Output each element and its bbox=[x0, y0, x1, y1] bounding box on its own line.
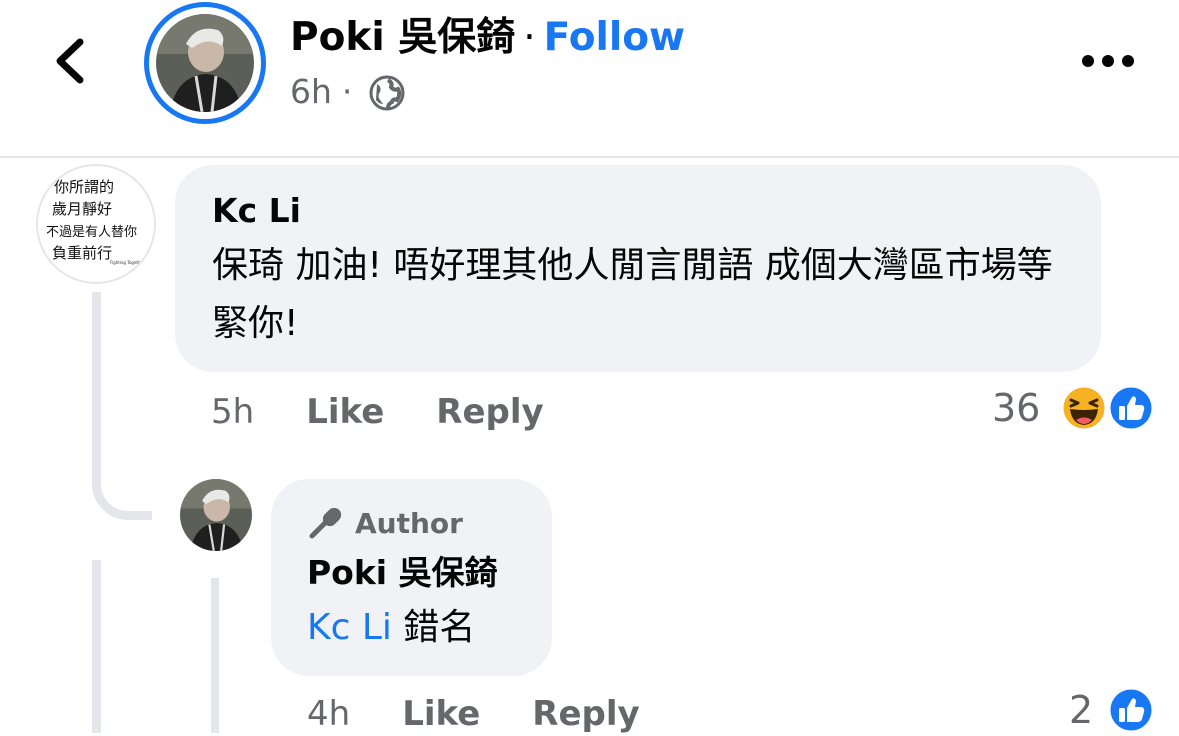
comment-actions: 5h Like Reply bbox=[211, 390, 544, 434]
avatar-small-text: Fighting Together bbox=[110, 260, 145, 265]
reply-author[interactable]: Poki 吳保錡 bbox=[307, 553, 498, 593]
like-icon[interactable] bbox=[1107, 686, 1155, 734]
reply-author-avatar[interactable] bbox=[180, 479, 252, 551]
thread-line-lower bbox=[92, 560, 101, 733]
comment-time[interactable]: 5h bbox=[211, 392, 254, 432]
author-badge: Author bbox=[307, 505, 463, 541]
post-meta: 6h · bbox=[290, 70, 362, 114]
post-timestamp[interactable]: 6h bbox=[290, 72, 332, 111]
like-icon[interactable] bbox=[1107, 384, 1155, 432]
reply-thread-line bbox=[211, 578, 219, 733]
reply-actions: 4h Like Reply bbox=[307, 692, 640, 736]
avatar-calligraphy-line: 不過是有人替你 bbox=[46, 225, 137, 240]
globe-icon bbox=[369, 75, 405, 111]
reply-time[interactable]: 4h bbox=[307, 694, 350, 734]
reply-text: Kc Li 錯名 bbox=[307, 599, 475, 657]
reply-like-button[interactable]: Like bbox=[402, 694, 480, 734]
reply-bubble[interactable]: Author Poki 吳保錡 Kc Li 錯名 bbox=[271, 479, 552, 676]
comment-text: 保琦 加油! 唔好理其他人閒言閒語 成個大灣區市場等緊你! bbox=[212, 245, 1053, 344]
avatar-calligraphy-line: 你所謂的 bbox=[54, 178, 114, 196]
author-name[interactable]: Poki 吳保錡 bbox=[290, 15, 515, 60]
reaction-count[interactable]: 36 bbox=[992, 384, 1040, 432]
header-title-row: Poki 吳保錡 · Follow bbox=[290, 12, 685, 64]
author-badge-label: Author bbox=[355, 506, 463, 540]
reply-button[interactable]: Reply bbox=[436, 392, 543, 432]
title-separator: · bbox=[523, 15, 536, 60]
reply-reply-button[interactable]: Reply bbox=[532, 694, 639, 734]
follow-button[interactable]: Follow bbox=[544, 15, 685, 60]
thread-line bbox=[92, 292, 101, 474]
meta-separator: · bbox=[341, 72, 353, 111]
like-button[interactable]: Like bbox=[306, 392, 384, 432]
thread-connector bbox=[92, 470, 152, 520]
post-header: Poki 吳保錡 · Follow 6h · bbox=[0, 0, 1179, 158]
avatar-calligraphy-line: 負重前行 bbox=[52, 244, 112, 262]
comment-bubble[interactable]: Kc Li 保琦 加油! 唔好理其他人閒言閒語 成個大灣區市場等緊你! bbox=[175, 165, 1101, 372]
mention-link[interactable]: Kc Li bbox=[307, 607, 392, 648]
avatar-calligraphy-line: 歲月靜好 bbox=[52, 200, 112, 218]
haha-emoji[interactable] bbox=[1060, 384, 1108, 432]
author-avatar[interactable] bbox=[144, 2, 266, 124]
microphone-icon bbox=[309, 507, 342, 539]
reply-reaction-count[interactable]: 2 bbox=[1069, 686, 1093, 734]
chevron-left-icon[interactable] bbox=[48, 36, 92, 86]
commenter-avatar[interactable]: 你所謂的 歲月靜好 不過是有人替你 負重前行 Fighting Together bbox=[36, 164, 156, 284]
comment-author[interactable]: Kc Li bbox=[212, 191, 301, 231]
reply-body: 錯名 bbox=[403, 607, 476, 648]
more-horizontal-icon[interactable] bbox=[1080, 52, 1136, 70]
author-photo bbox=[156, 14, 254, 112]
